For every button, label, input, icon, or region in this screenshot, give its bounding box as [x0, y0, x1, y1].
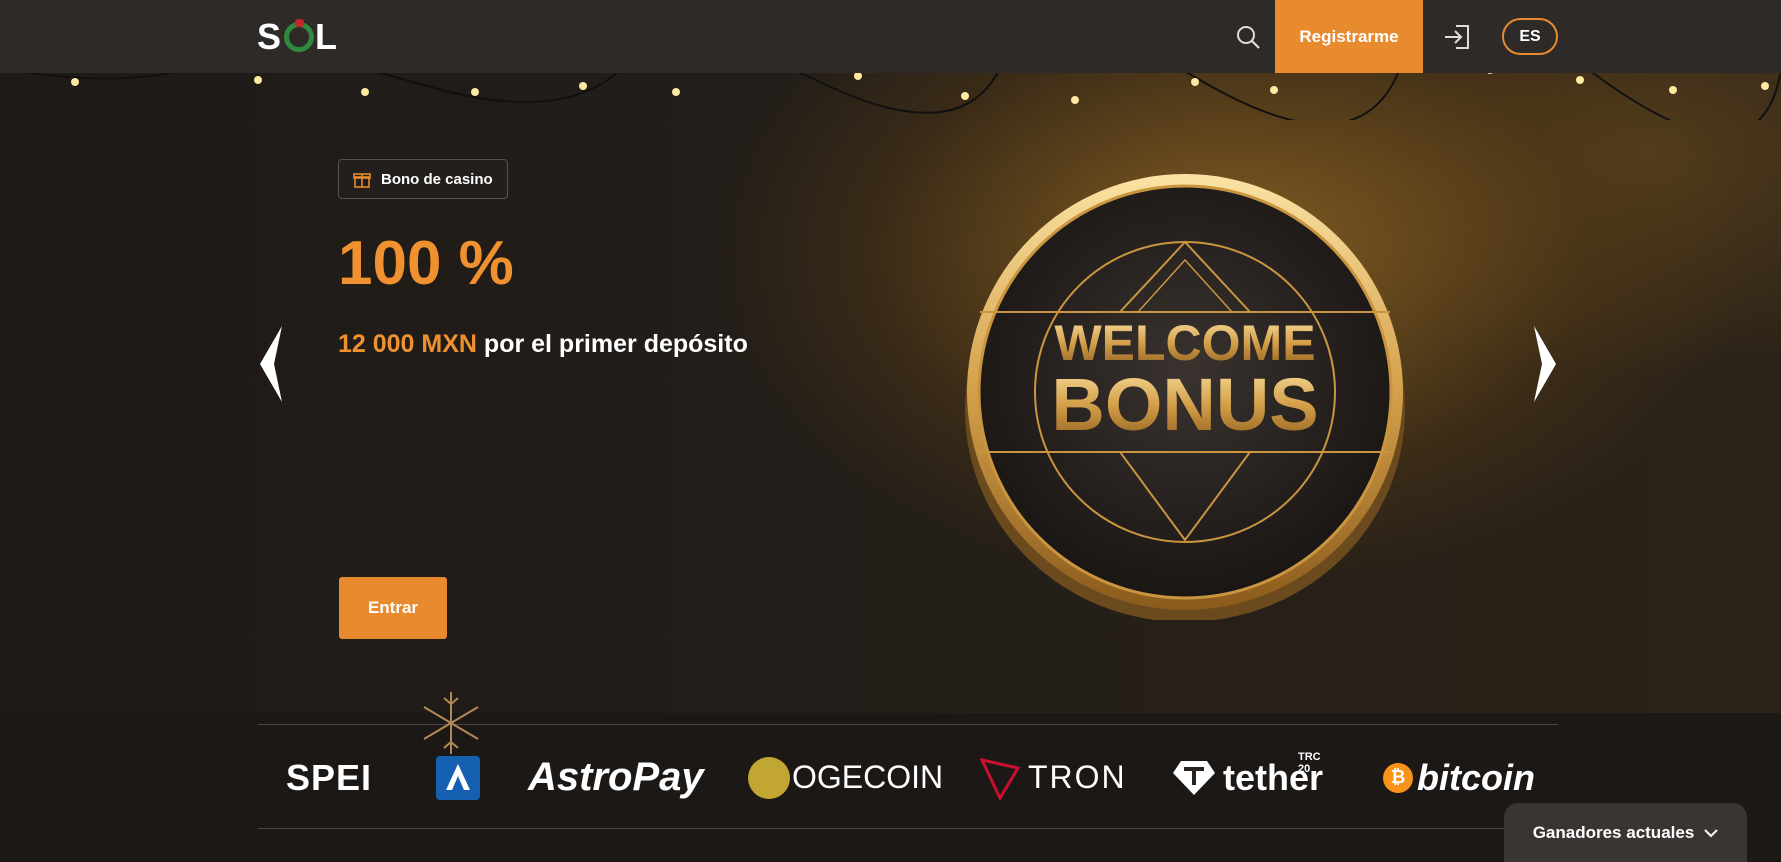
- tether-logo-icon: [1173, 760, 1215, 795]
- logo-s: S: [257, 16, 284, 57]
- welcome-bonus-coin-image: WELCOME BONUS: [965, 174, 1405, 620]
- bonus-percentage: 100 %: [338, 229, 514, 298]
- bonus-type-badge: Bono de casino: [338, 159, 508, 199]
- payment-spei: SPEI: [286, 725, 372, 830]
- winners-label: Ganadores actuales: [1532, 823, 1695, 842]
- payment-dogecoin: OGECOIN: [748, 725, 943, 830]
- login-icon[interactable]: [1442, 22, 1472, 52]
- arcus-logo-icon: [436, 755, 480, 800]
- enter-button[interactable]: Entrar: [339, 577, 447, 639]
- payment-arcus: [436, 725, 480, 830]
- astropay-logo: AstroPay: [528, 755, 704, 799]
- register-button[interactable]: Registrarme: [1275, 0, 1423, 73]
- bonus-condition: por el primer depósito: [483, 330, 748, 358]
- gift-icon: [353, 173, 371, 188]
- badge-label: Bono de casino: [381, 170, 493, 188]
- logo-l: L: [315, 16, 340, 57]
- tron-logo: TRON: [1028, 759, 1127, 795]
- bonus-description: 12 000 MXN por el primer depósito: [338, 330, 748, 359]
- site-logo[interactable]: S L: [257, 16, 339, 58]
- payment-astropay: AstroPay: [528, 725, 704, 830]
- language-selector[interactable]: ES: [1502, 18, 1558, 55]
- coin-text-line2: BONUS: [1051, 363, 1318, 446]
- tron-logo-icon: [980, 757, 1020, 800]
- bitcoin-coin-icon: ₿: [1383, 762, 1413, 793]
- search-icon[interactable]: [1235, 24, 1261, 50]
- bonus-amount: 12 000 MXN: [338, 330, 477, 358]
- payment-tether: tether TRC 20: [1173, 725, 1323, 830]
- wreath-icon: [284, 19, 315, 52]
- dogecoin-logo: OGECOIN: [792, 759, 944, 795]
- payment-methods-strip: SPEI AstroPay OGECOIN TRON tether TRC 20…: [258, 725, 1558, 830]
- current-winners-toggle[interactable]: Ganadores actuales: [1504, 803, 1747, 862]
- chevron-down-icon: [1704, 829, 1718, 838]
- payment-tron: TRON: [980, 725, 1127, 830]
- chevron-left-icon[interactable]: [256, 324, 286, 404]
- tether-trc20-tag: TRC 20: [1298, 751, 1321, 775]
- bitcoin-logo: bitcoin: [1417, 756, 1535, 798]
- spei-logo: SPEI: [286, 756, 373, 798]
- chevron-right-icon[interactable]: [1530, 324, 1560, 404]
- top-header: S L Registrarme ES: [0, 0, 1781, 73]
- dogecoin-coin-icon: [748, 756, 790, 799]
